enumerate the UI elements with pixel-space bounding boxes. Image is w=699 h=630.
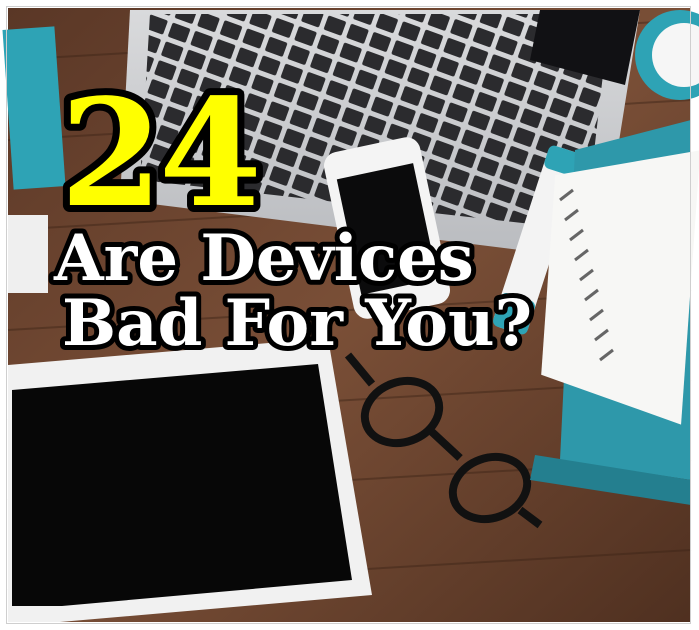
feature-title-line2: Bad For You?: [62, 286, 532, 361]
feature-number: 24: [60, 66, 258, 240]
feature-title-line1: Are Devices: [53, 221, 474, 296]
headline-overlay: 24 Are Devices Bad For You?: [48, 59, 537, 366]
